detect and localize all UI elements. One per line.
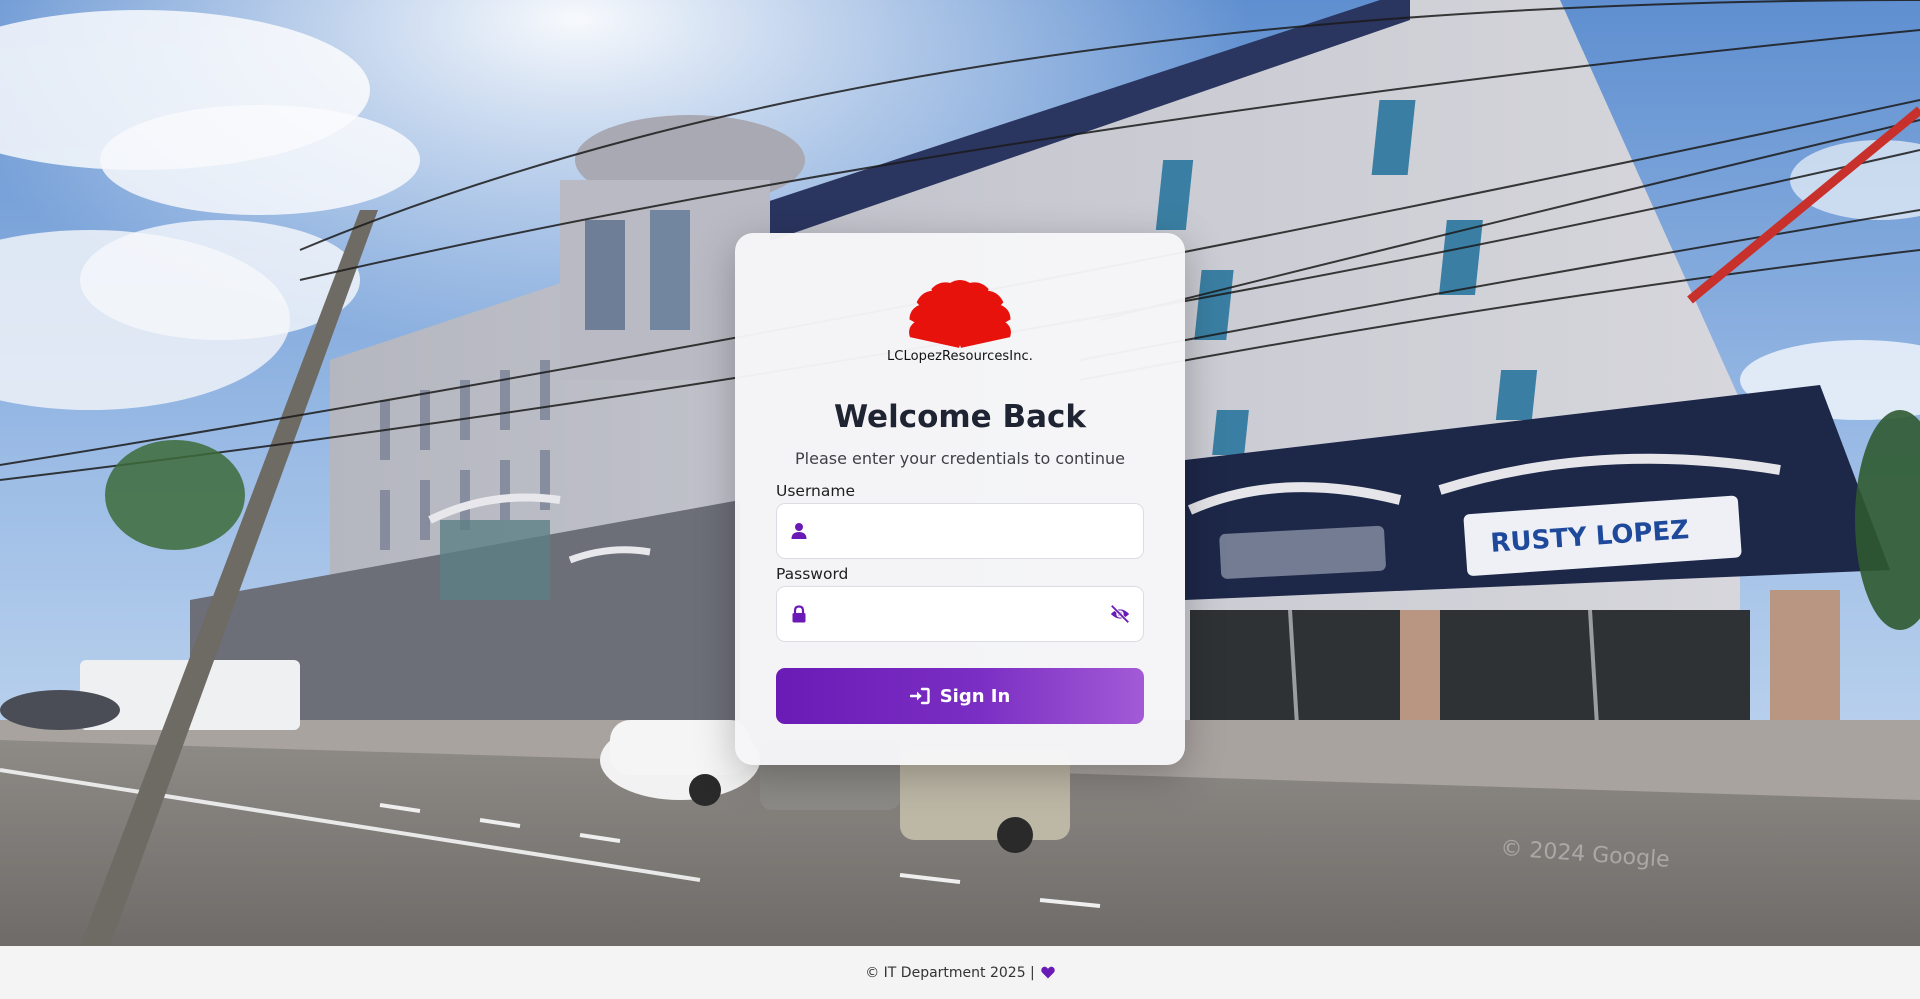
sign-in-button[interactable]: Sign In — [776, 668, 1144, 724]
eye-slash-icon[interactable] — [1109, 603, 1131, 625]
username-input[interactable] — [821, 504, 1095, 560]
footer: © IT Department 2025 | — [0, 946, 1920, 999]
page-title: Welcome Back — [833, 399, 1087, 435]
user-icon — [791, 523, 807, 539]
password-input[interactable] — [821, 587, 1095, 643]
password-label: Password — [776, 565, 849, 583]
username-field[interactable] — [776, 503, 1144, 560]
lock-icon — [792, 605, 806, 623]
sign-in-label: Sign In — [939, 685, 1011, 707]
brand-logo: LCLopezResourcesInc. — [735, 279, 1185, 364]
heart-icon — [1041, 966, 1055, 979]
footer-text: © IT Department 2025 | — [865, 964, 1035, 981]
brand-name: LCLopezResourcesInc. — [886, 349, 1034, 364]
password-field[interactable] — [776, 586, 1144, 643]
page-subtitle: Please enter your credentials to continu… — [795, 449, 1125, 468]
sign-in-icon — [909, 687, 930, 705]
login-card: LCLopezResourcesInc. Welcome Back Please… — [735, 233, 1185, 765]
sunburst-logo-icon — [909, 280, 1011, 348]
login-page: RUSTY LOPEZ © 2024 Google LCLopezResourc… — [0, 0, 1920, 999]
username-label: Username — [776, 482, 856, 500]
